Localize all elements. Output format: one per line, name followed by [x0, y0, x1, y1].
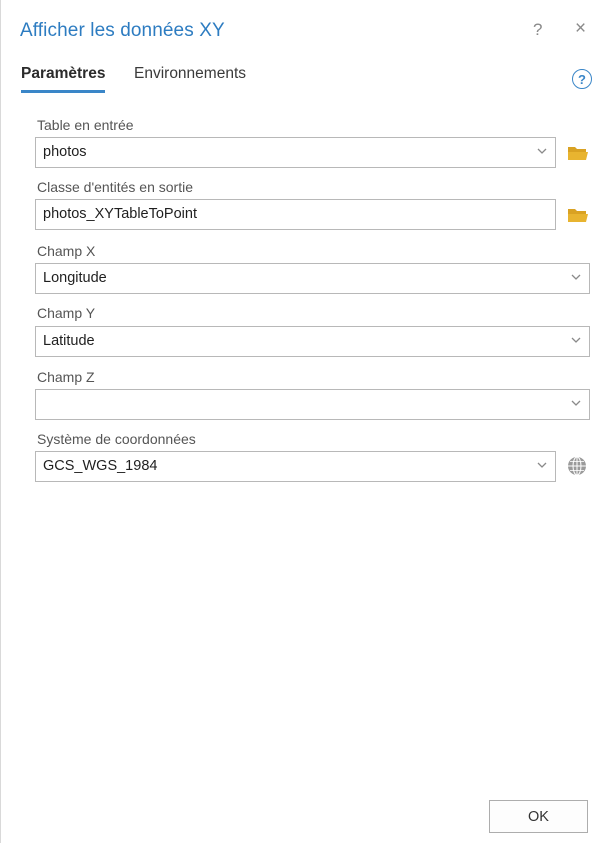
globe-icon[interactable]	[566, 455, 588, 477]
folder-open-icon[interactable]	[567, 142, 589, 164]
output-class-label: Classe d'entités en sortie	[37, 179, 193, 195]
help-icon[interactable]: ?	[533, 20, 542, 40]
chevron-down-icon	[537, 462, 547, 468]
close-icon[interactable]: ×	[575, 19, 586, 38]
champ-y-value: Latitude	[43, 333, 95, 349]
title-bar: Afficher les données XY ? ×	[1, 0, 600, 60]
champ-y-dropdown[interactable]: Latitude	[35, 326, 590, 357]
table-input-label: Table en entrée	[37, 117, 134, 133]
chevron-down-icon	[537, 148, 547, 154]
pane-title: Afficher les données XY	[20, 20, 225, 41]
table-input-value: photos	[43, 144, 87, 160]
champ-x-value: Longitude	[43, 270, 107, 286]
tab-environnements-label: Environnements	[134, 65, 247, 82]
champ-y-label: Champ Y	[37, 305, 96, 321]
coord-system-label: Système de coordonnées	[37, 431, 196, 447]
chevron-down-icon	[571, 274, 581, 280]
output-class-value: photos_XYTableToPoint	[43, 206, 197, 222]
table-input-dropdown[interactable]: photos	[35, 137, 556, 168]
champ-x-label: Champ X	[37, 243, 96, 259]
chevron-down-icon	[571, 400, 581, 406]
coord-system-dropdown[interactable]: GCS_WGS_1984	[35, 451, 556, 482]
champ-z-dropdown[interactable]	[35, 389, 590, 420]
champ-x-dropdown[interactable]: Longitude	[35, 263, 590, 294]
chevron-down-icon	[571, 337, 581, 343]
tab-parametres-label: Paramètres	[21, 65, 106, 82]
ok-button[interactable]: OK	[489, 800, 588, 833]
coord-system-value: GCS_WGS_1984	[43, 458, 158, 474]
geoprocessing-pane: Afficher les données XY ? × Paramètres E…	[0, 0, 600, 843]
active-tab-underline	[21, 90, 106, 93]
tab-environnements[interactable]: Environnements	[134, 65, 246, 83]
champ-z-label: Champ Z	[37, 369, 95, 385]
output-class-field[interactable]: photos_XYTableToPoint	[35, 199, 556, 230]
tab-parametres[interactable]: Paramètres	[21, 65, 106, 93]
folder-open-icon[interactable]	[567, 204, 589, 226]
tool-help-icon[interactable]: ?	[572, 69, 592, 89]
